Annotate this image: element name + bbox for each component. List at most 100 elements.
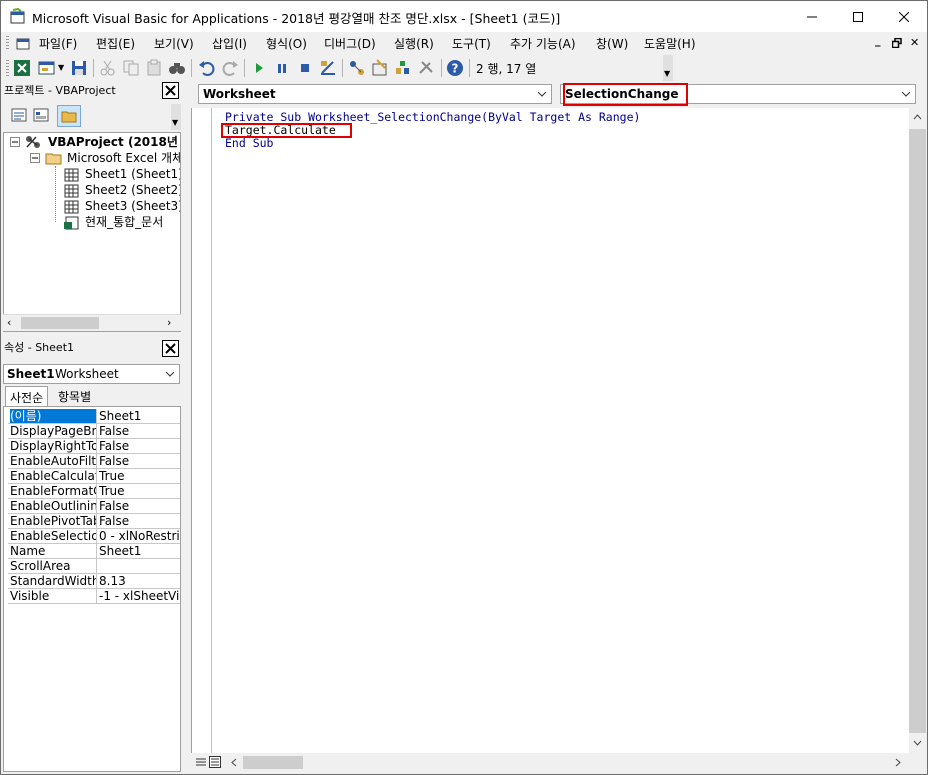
tree-item-sheet3[interactable]: Sheet3 (Sheet3) (85, 198, 180, 214)
scroll-right-icon[interactable] (895, 758, 901, 767)
paste-icon[interactable] (145, 59, 163, 77)
menu-view[interactable]: 보기(V) (154, 35, 194, 52)
property-row[interactable]: EnableFormatConditionsCalculationTrue (8, 484, 180, 499)
undo-icon[interactable] (198, 59, 216, 77)
procedure-view-icon[interactable] (195, 757, 207, 768)
property-value[interactable]: 8.13 (99, 574, 179, 588)
mdi-close-button[interactable]: ✕ (910, 36, 919, 49)
design-mode-icon[interactable] (319, 59, 337, 77)
property-value[interactable]: 0 - xlNoRestrictions (99, 529, 179, 543)
code-hscroll-thumb[interactable] (243, 756, 303, 769)
property-value[interactable]: True (99, 484, 179, 498)
property-row[interactable]: (이름) Sheet1 (8, 409, 180, 424)
insert-userform-icon[interactable] (38, 59, 56, 77)
reset-icon[interactable] (296, 59, 314, 77)
view-excel-icon[interactable] (13, 59, 31, 77)
code-line-3[interactable]: End Sub (225, 137, 273, 150)
code-margin[interactable] (192, 108, 212, 753)
code-editor[interactable]: Private Sub Worksheet_SelectionChange(By… (191, 108, 909, 753)
properties-window-icon[interactable] (371, 59, 389, 77)
tab-categorized[interactable]: 항목별 (54, 386, 95, 406)
object-combo[interactable]: Worksheet (198, 84, 552, 104)
full-module-view-icon[interactable] (209, 756, 221, 768)
code-vscroll-thumb[interactable] (909, 129, 926, 733)
redo-icon[interactable] (221, 59, 239, 77)
view-code-icon[interactable] (11, 108, 27, 122)
code-hscrollbar[interactable] (191, 753, 927, 772)
scroll-thumb[interactable] (21, 317, 99, 329)
insert-dropdown-arrow[interactable]: ▼ (58, 63, 64, 72)
property-row[interactable]: DisplayPageBreaksFalse (8, 424, 180, 439)
property-value[interactable]: False (99, 454, 179, 468)
mdi-restore-button[interactable] (892, 38, 902, 48)
find-icon[interactable] (168, 59, 186, 77)
property-row[interactable]: EnablePivotTableFalse (8, 514, 180, 529)
cut-icon[interactable] (99, 59, 117, 77)
menu-insert[interactable]: 삽입(I) (212, 35, 247, 52)
properties-object-combo[interactable]: Sheet1 Worksheet (3, 364, 180, 384)
menu-tools[interactable]: 도구(T) (452, 35, 491, 52)
copy-icon[interactable] (122, 59, 140, 77)
tree-item-sheet2[interactable]: Sheet2 (Sheet2) (85, 182, 180, 198)
object-browser-icon[interactable] (394, 59, 412, 77)
menu-edit[interactable]: 편집(E) (96, 35, 135, 52)
scroll-left-icon[interactable] (231, 758, 237, 767)
tab-alphabetic[interactable]: 사전순 (5, 386, 49, 406)
property-value[interactable]: Sheet1 (99, 409, 179, 423)
property-value[interactable]: False (99, 424, 179, 438)
project-toolbar-overflow[interactable]: ▼ (171, 104, 181, 130)
properties-pane-title: 속성 - Sheet1 (4, 341, 75, 354)
menu-file[interactable]: 파일(F) (39, 35, 77, 52)
menu-addins[interactable]: 추가 기능(A) (510, 35, 576, 52)
property-row[interactable]: EnableCalculationTrue (8, 469, 180, 484)
scroll-left-icon[interactable]: ‹ (7, 316, 11, 329)
mdi-minimize-button[interactable]: _ (875, 34, 881, 47)
project-pane-close-button[interactable] (162, 82, 179, 99)
property-value[interactable]: False (99, 514, 179, 528)
property-value[interactable]: False (99, 439, 179, 453)
property-value[interactable]: Sheet1 (99, 544, 179, 558)
property-row[interactable]: Visible -1 - xlSheetVisible (8, 589, 180, 604)
property-row[interactable]: DisplayRightToLeftFalse (8, 439, 180, 454)
save-icon[interactable] (70, 59, 88, 77)
toolbar-overflow-button[interactable]: ▼ (663, 55, 673, 81)
toolbar-grip[interactable] (6, 60, 9, 76)
run-icon[interactable] (250, 59, 268, 77)
property-value[interactable]: -1 - xlSheetVisible (99, 589, 179, 603)
project-explorer-icon[interactable] (348, 59, 366, 77)
menu-help[interactable]: 도움말(H) (644, 35, 696, 52)
tree-item-thisworkbook[interactable]: 현재_통합_문서 (85, 214, 163, 230)
close-button[interactable] (881, 1, 927, 32)
property-row[interactable]: ScrollArea (8, 559, 180, 574)
collapse-folder-icon[interactable] (30, 153, 41, 164)
toolbox-icon[interactable] (417, 59, 435, 77)
tree-item-excel-objects[interactable]: Microsoft Excel 개체 (67, 150, 180, 166)
property-row[interactable]: EnableOutlining False (8, 499, 180, 514)
maximize-button[interactable] (835, 1, 881, 32)
scroll-right-icon[interactable]: › (167, 316, 171, 329)
properties-pane-close-button[interactable] (162, 340, 179, 357)
vba-menu-icon[interactable] (16, 36, 30, 50)
property-row[interactable]: StandardWidth 8.13 (8, 574, 180, 589)
scroll-down-icon[interactable] (913, 740, 922, 746)
menubar-grip[interactable] (6, 36, 9, 50)
menu-window[interactable]: 창(W) (596, 35, 628, 52)
menu-debug[interactable]: 디버그(D) (324, 35, 376, 52)
menu-run[interactable]: 실행(R) (394, 35, 434, 52)
property-value[interactable]: True (99, 469, 179, 483)
collapse-root-icon[interactable] (10, 137, 21, 148)
property-row[interactable]: EnableAutoFilterFalse (8, 454, 180, 469)
break-icon[interactable] (273, 59, 291, 77)
minimize-button[interactable] (789, 1, 835, 32)
property-row[interactable]: EnableSelection0 - xlNoRestrictions (8, 529, 180, 544)
tree-item-vbaproject[interactable]: VBAProject (2018년 평 (48, 134, 180, 150)
toggle-folders-button[interactable] (57, 105, 81, 127)
scroll-up-icon[interactable] (913, 114, 922, 120)
property-value[interactable]: False (99, 499, 179, 513)
help-icon[interactable]: ? (446, 59, 464, 77)
project-tree-hscrollbar[interactable]: ‹ › (3, 314, 181, 331)
tree-item-sheet1[interactable]: Sheet1 (Sheet1) (85, 166, 180, 182)
menu-format[interactable]: 형식(O) (266, 35, 307, 52)
view-object-icon[interactable] (33, 108, 49, 122)
property-row[interactable]: Name Sheet1 (8, 544, 180, 559)
